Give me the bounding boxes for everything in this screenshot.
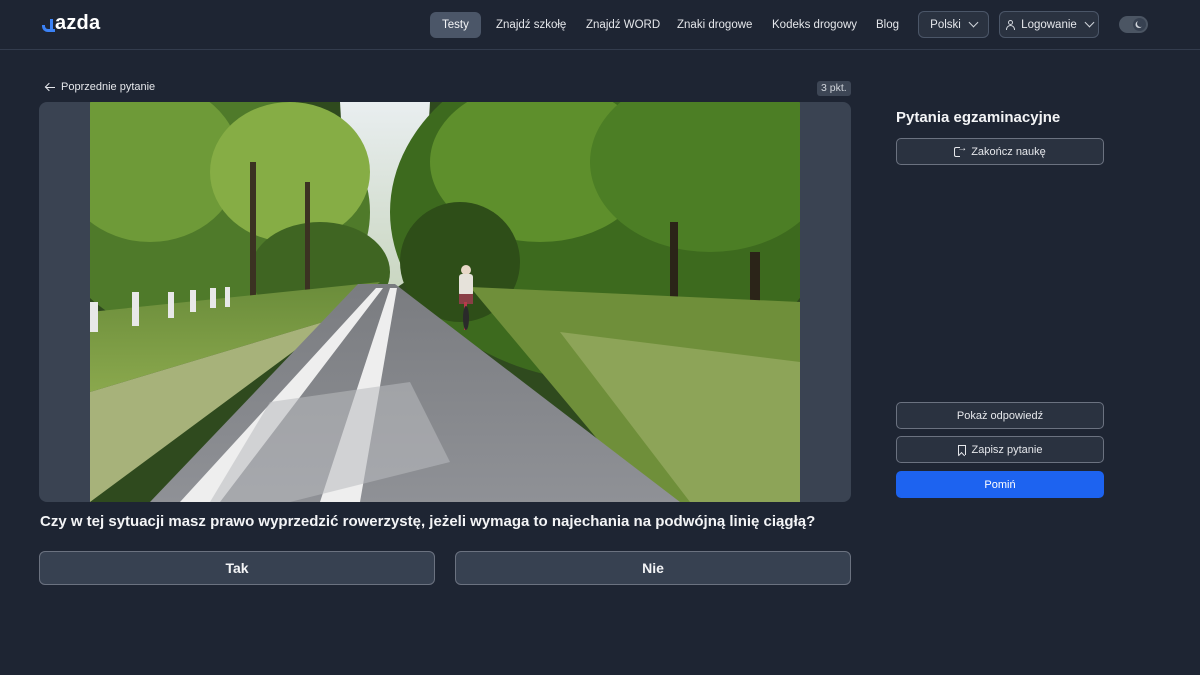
nav-tests[interactable]: Testy (430, 12, 481, 38)
finish-learning-button[interactable]: Zakończ naukę (896, 138, 1104, 165)
chevron-down-icon (1084, 17, 1095, 28)
toggle-knob (1133, 18, 1146, 31)
show-answer-button[interactable]: Pokaż odpowiedź (896, 402, 1104, 429)
top-navigation-bar: azda Testy Znajdź szkołę Znajdź WORD Zna… (0, 0, 1200, 50)
logo-text: azda (55, 12, 101, 34)
sidebar-title: Pytania egzaminacyjne (896, 109, 1061, 126)
bookmark-icon (957, 444, 966, 455)
save-question-button[interactable]: Zapisz pytanie (896, 436, 1104, 463)
nav-blog[interactable]: Blog (864, 12, 911, 38)
exit-icon (954, 143, 967, 157)
login-label: Logowanie (1021, 18, 1077, 31)
chevron-down-icon (968, 17, 979, 28)
question-photo (90, 102, 800, 502)
login-button[interactable]: Logowanie (999, 11, 1099, 38)
nav-find-word[interactable]: Znajdź WORD (574, 12, 672, 38)
previous-question-link[interactable]: Poprzednie pytanie (45, 81, 155, 93)
user-icon (1005, 19, 1015, 30)
nav-road-signs[interactable]: Znaki drogowe (665, 12, 764, 38)
answer-yes-button[interactable]: Tak (39, 551, 435, 585)
question-text: Czy w tej sytuacji masz prawo wyprzedzić… (40, 513, 816, 530)
skip-button[interactable]: Pomiń (896, 471, 1104, 498)
points-badge: 3 pkt. (817, 81, 851, 96)
answer-no-button[interactable]: Nie (455, 551, 851, 585)
language-select[interactable]: Polski (918, 11, 989, 38)
arrow-left-icon (45, 82, 55, 92)
skip-label: Pomiń (984, 478, 1016, 491)
logo[interactable]: azda (42, 12, 100, 35)
finish-learning-label: Zakończ naukę (971, 145, 1046, 158)
show-answer-label: Pokaż odpowiedź (956, 409, 1044, 422)
question-media (39, 102, 851, 502)
moon-icon (1137, 20, 1144, 27)
theme-toggle[interactable] (1119, 16, 1148, 33)
nav-road-code[interactable]: Kodeks drogowy (760, 12, 869, 38)
logo-j-mark (42, 15, 55, 35)
language-label: Polski (930, 18, 961, 31)
save-question-label: Zapisz pytanie (971, 443, 1043, 456)
nav-find-school[interactable]: Znajdź szkołę (484, 12, 578, 38)
previous-question-label: Poprzednie pytanie (61, 81, 156, 93)
